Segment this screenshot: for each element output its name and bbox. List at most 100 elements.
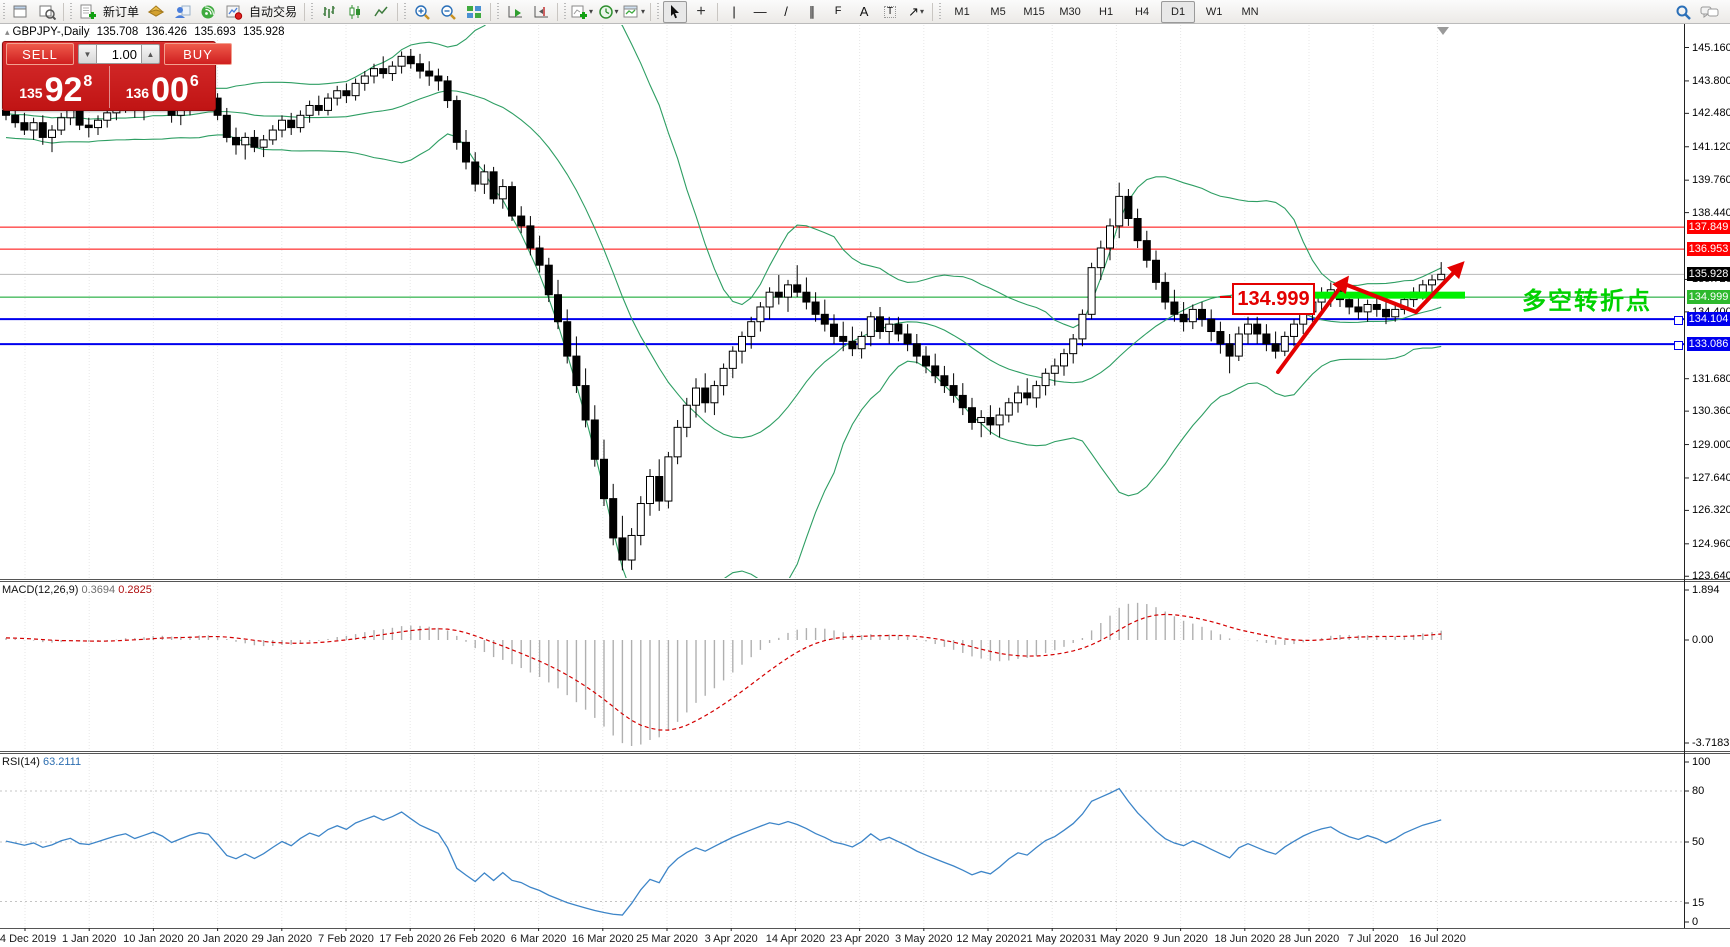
line-endpoint-handle[interactable] bbox=[1674, 340, 1683, 350]
volume-up-button[interactable]: ▲ bbox=[141, 44, 160, 64]
candle bbox=[802, 291, 811, 303]
candle bbox=[756, 306, 765, 323]
candle bbox=[406, 55, 415, 65]
chart-shift-marker[interactable] bbox=[1437, 27, 1449, 35]
candle bbox=[1418, 284, 1427, 293]
sell-price[interactable]: 135 92 8 bbox=[3, 66, 110, 108]
price-level-chip-137.849: 137.849 bbox=[1687, 220, 1730, 235]
candle bbox=[452, 100, 461, 143]
candle bbox=[278, 119, 286, 131]
candle bbox=[397, 55, 406, 67]
candle bbox=[922, 355, 930, 367]
chart-canvas[interactable] bbox=[0, 0, 1730, 947]
candle bbox=[462, 141, 470, 163]
candle bbox=[977, 417, 986, 423]
candle bbox=[894, 323, 903, 335]
candlesticks bbox=[2, 48, 1446, 571]
candle bbox=[968, 407, 976, 423]
date-tick-label: 28 Jun 2020 bbox=[1278, 933, 1340, 945]
rsi-scale-label: 0 bbox=[1692, 916, 1699, 928]
candle bbox=[784, 284, 792, 298]
price-tick-label: 127.640 bbox=[1692, 471, 1730, 484]
chart-title: ▴ GBPJPY-,Daily 135.708 136.426 135.693 1… bbox=[5, 26, 289, 38]
candle bbox=[57, 117, 66, 131]
candle bbox=[1437, 273, 1446, 281]
candle bbox=[876, 316, 884, 333]
candle bbox=[29, 122, 38, 131]
candle bbox=[590, 419, 599, 460]
candle bbox=[1004, 402, 1013, 416]
candle bbox=[692, 387, 700, 406]
grid-lines bbox=[24, 25, 1438, 927]
date-tick-label: 29 Jan 2020 bbox=[251, 933, 313, 945]
volume-input[interactable] bbox=[97, 44, 141, 64]
date-tick-label: 9 Jun 2020 bbox=[1153, 933, 1208, 945]
candle bbox=[885, 323, 894, 333]
price-tick-label: 141.120 bbox=[1692, 140, 1730, 153]
candle bbox=[1142, 240, 1151, 261]
buy-button[interactable]: BUY bbox=[164, 43, 232, 65]
rsi-scale-label: 15 bbox=[1692, 897, 1705, 909]
candle bbox=[673, 426, 682, 458]
candle bbox=[710, 385, 719, 404]
buy-price[interactable]: 136 00 6 bbox=[110, 66, 216, 108]
candle bbox=[544, 264, 553, 296]
candle bbox=[1032, 385, 1041, 399]
date-tick-label: 3 Apr 2020 bbox=[704, 933, 758, 945]
symbol-marker-icon: ▴ bbox=[5, 27, 10, 37]
buy-price-pips: 00 bbox=[151, 71, 189, 110]
candle bbox=[581, 385, 590, 421]
symbol-period: GBPJPY-,Daily bbox=[12, 26, 90, 38]
candle bbox=[1225, 343, 1234, 357]
candle bbox=[1271, 343, 1280, 352]
candle bbox=[342, 90, 351, 97]
price-tick-label: 142.480 bbox=[1692, 107, 1730, 120]
price-tick-label: 123.640 bbox=[1692, 570, 1730, 583]
candle bbox=[351, 82, 360, 97]
candle bbox=[1078, 313, 1087, 340]
sell-price-big-figure: 135 bbox=[19, 85, 43, 101]
candle bbox=[1152, 259, 1160, 283]
price-tick-label: 138.440 bbox=[1692, 206, 1730, 219]
candle bbox=[1023, 392, 1032, 399]
level-annotation-box[interactable]: 134.999 bbox=[1232, 283, 1315, 315]
sell-button[interactable]: SELL bbox=[6, 43, 74, 65]
macd-scale-label: 1.894 bbox=[1692, 584, 1720, 596]
price-tick-label: 145.160 bbox=[1692, 41, 1730, 54]
candle bbox=[508, 186, 516, 217]
candle bbox=[811, 301, 820, 315]
candle bbox=[1382, 308, 1390, 318]
candle bbox=[1115, 195, 1124, 227]
candle bbox=[995, 414, 1004, 426]
candle bbox=[940, 375, 949, 387]
date-tick-label: 12 May 2020 bbox=[956, 933, 1020, 945]
rsi-scale-label: 80 bbox=[1692, 785, 1705, 797]
candle bbox=[1372, 304, 1381, 310]
sell-price-pipette: 8 bbox=[83, 73, 93, 90]
candle bbox=[103, 112, 112, 121]
candle bbox=[664, 456, 673, 502]
date-tick-label: 16 Jul 2020 bbox=[1408, 933, 1466, 945]
candle bbox=[1216, 331, 1225, 345]
candle bbox=[1262, 333, 1271, 345]
candle bbox=[1050, 365, 1059, 374]
line-endpoint-handle[interactable] bbox=[1674, 315, 1683, 325]
volume-down-button[interactable]: ▼ bbox=[78, 44, 97, 64]
candle bbox=[572, 355, 581, 387]
rsi-label: RSI(14) 63.2111 bbox=[2, 756, 81, 768]
macd-scale-label: 0.00 bbox=[1692, 634, 1714, 646]
candle bbox=[314, 104, 323, 111]
turning-point-label[interactable]: 多空转折点 bbox=[1522, 281, 1652, 316]
price-level-chip-136.953: 136.953 bbox=[1687, 242, 1730, 257]
candle bbox=[1244, 323, 1252, 335]
main-price-pane bbox=[0, 25, 1684, 578]
candle bbox=[443, 80, 452, 102]
candle bbox=[655, 475, 664, 502]
candle bbox=[636, 503, 645, 536]
date-tick-label: 10 Jan 2020 bbox=[123, 933, 184, 945]
candle bbox=[11, 114, 20, 124]
rsi-pane bbox=[0, 787, 1684, 916]
candle bbox=[305, 104, 314, 116]
candle bbox=[1363, 304, 1372, 313]
candle bbox=[1354, 306, 1363, 313]
